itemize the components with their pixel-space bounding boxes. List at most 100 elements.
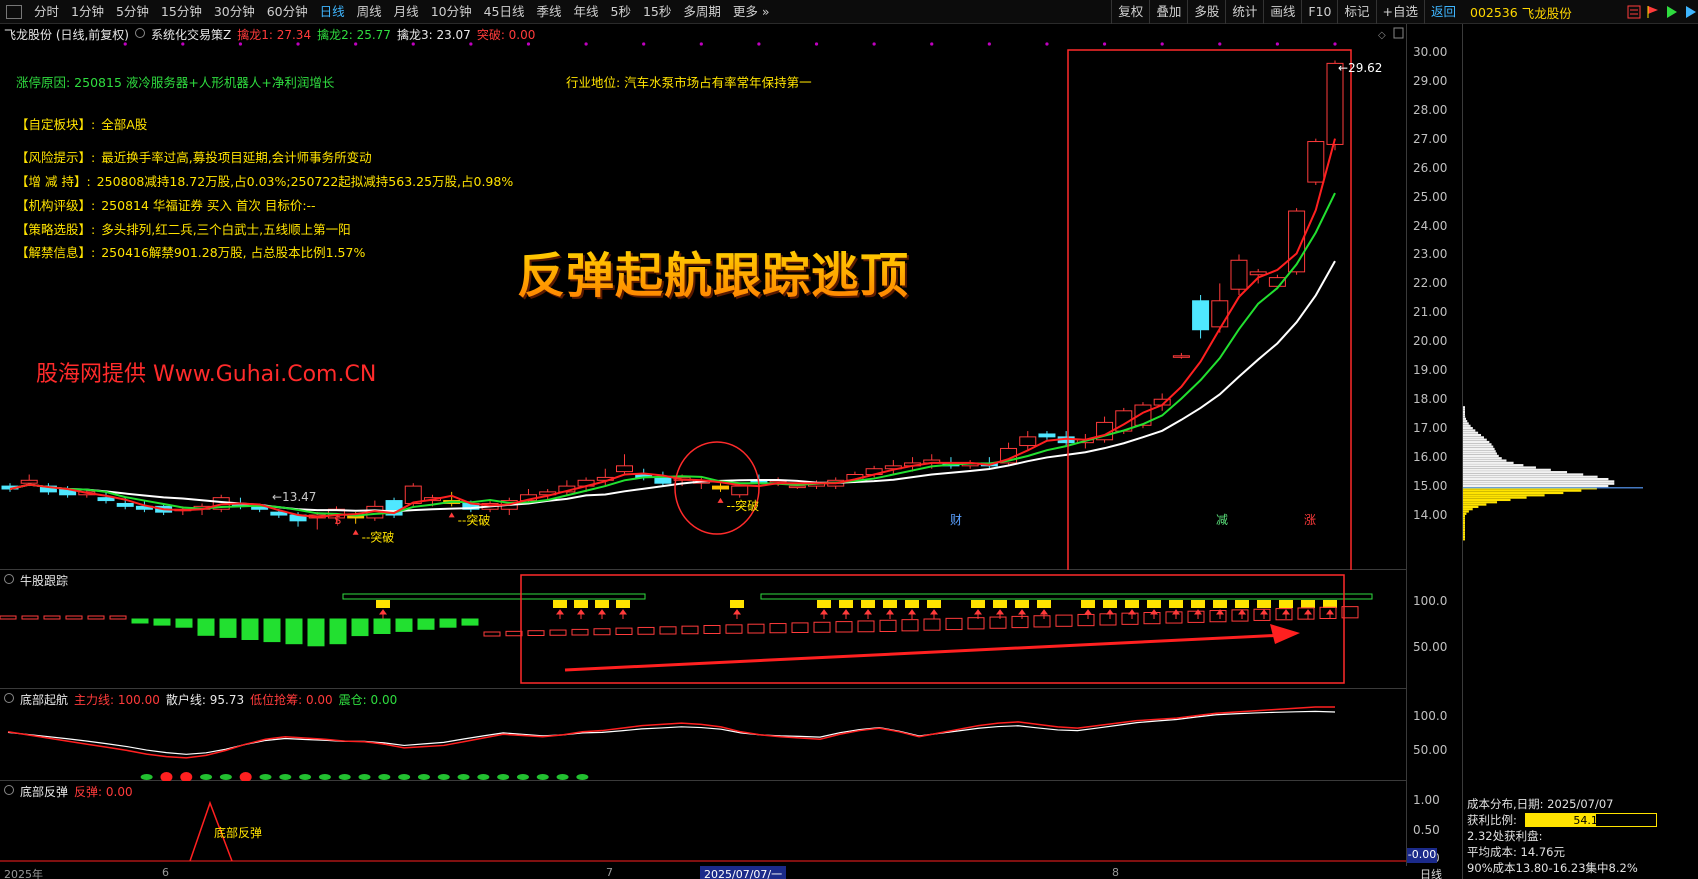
cost-bar (1463, 505, 1479, 508)
shake-dot (318, 774, 331, 780)
panel-menu-icon (1393, 27, 1404, 39)
axis-label: 50.00 (1413, 743, 1448, 757)
menu-icon[interactable] (6, 4, 22, 19)
cost-bar (1463, 494, 1545, 497)
rebound-label: 底部反弹 (214, 825, 262, 840)
period-tab[interactable]: 周线 (351, 0, 388, 24)
period-tab[interactable]: 年线 (568, 0, 605, 24)
axis-label: 21.00 (1413, 305, 1448, 320)
candle-body (1019, 436, 1037, 447)
cursor-date-label: 2025/07/07/一 (700, 866, 787, 879)
toolbar-button[interactable]: F10 (1301, 0, 1337, 24)
bull-track-panel[interactable]: 牛股跟踪 (0, 570, 1406, 689)
signal-marker (1301, 600, 1315, 608)
histogram-bar (153, 618, 171, 626)
toolbar-button[interactable]: 多股 (1187, 0, 1225, 24)
shake-dot (556, 774, 569, 780)
cost-bar (1463, 459, 1507, 462)
toolbar-button[interactable]: 标记 (1337, 0, 1375, 24)
period-tab[interactable]: 30分钟 (208, 0, 261, 24)
cost-bar (1463, 433, 1482, 437)
histogram-bar (461, 618, 479, 626)
top-marker (1218, 42, 1222, 46)
toolbar-button[interactable]: 复权 (1111, 0, 1149, 24)
signal-marker (971, 600, 985, 608)
period-tab[interactable]: 15分钟 (155, 0, 208, 24)
top-marker (123, 42, 127, 46)
toolbar-button[interactable]: 画线 (1263, 0, 1301, 24)
candle-body (1307, 141, 1325, 183)
period-tab[interactable]: 5分钟 (110, 0, 155, 24)
period-tab[interactable]: 日线 (314, 0, 351, 24)
bottom-launch-panel[interactable]: 底部起航 主力线: 100.00 散户线: 95.73 低位抢筹: 0.00 震… (0, 689, 1406, 781)
histogram-bar (923, 618, 941, 631)
main-chart-panel[interactable]: 飞龙股份 (日线,前复权) 系统化交易策Z 擒龙1: 27.34 擒龙2: 25… (0, 24, 1406, 570)
signal-arrow (1238, 609, 1246, 619)
candle-body (654, 476, 672, 484)
period-tab[interactable]: 分时 (28, 0, 65, 24)
top-marker (354, 42, 358, 46)
cost-concentration: 90%成本13.80-16.23集中8.2% (1467, 861, 1638, 875)
toolbar-button[interactable]: +自选 (1375, 0, 1424, 24)
profit-ratio-value: 54.1% (1573, 814, 1609, 827)
signal-arrow (1106, 609, 1114, 619)
cost-bar (1463, 413, 1465, 416)
period-tab[interactable]: 5秒 (605, 0, 637, 24)
period-tab[interactable]: 更多 » (727, 0, 776, 24)
period-indicator: 日线 (1420, 868, 1442, 879)
signal-marker (730, 600, 744, 608)
period-tab[interactable]: 10分钟 (425, 0, 478, 24)
period-tab[interactable]: 月线 (388, 0, 425, 24)
candle-body (731, 485, 749, 496)
flag-icon[interactable] (1646, 5, 1660, 19)
bottom-launch-axis: 100.0 50.00 (1406, 689, 1462, 781)
candlestick-chart[interactable]: ←13.47 ←29.62 --突破 --突破 --突破 $ 财 减 涨 ◇ (0, 24, 1406, 570)
signal-arrow (1172, 609, 1180, 619)
signal-marker (883, 600, 897, 608)
top-marker (642, 42, 646, 46)
cost-bar (1463, 438, 1487, 441)
signal-arrow (996, 609, 1004, 619)
trend-band (760, 593, 1373, 600)
period-tab[interactable]: 15秒 (637, 0, 677, 24)
period-tab[interactable]: 1分钟 (65, 0, 110, 24)
cost-bar (1463, 417, 1467, 420)
toolbar-button[interactable]: 统计 (1225, 0, 1263, 24)
cost-bar (1463, 524, 1465, 527)
histogram-bar (769, 623, 787, 634)
shake-dot (576, 774, 589, 780)
symbol-header: 002536 飞龙股份 (1464, 0, 1698, 24)
surge-highlight-box (1067, 49, 1352, 570)
toolbar-button[interactable]: 叠加 (1149, 0, 1187, 24)
period-tab[interactable]: 多周期 (677, 0, 727, 24)
histogram-bar (329, 618, 347, 645)
histogram-bar (43, 615, 61, 620)
list-icon[interactable] (1627, 5, 1641, 19)
shake-dot (180, 772, 193, 781)
event-marker: 涨 (1304, 512, 1316, 527)
histogram-bar (87, 615, 105, 620)
histogram-bar (1011, 615, 1029, 629)
axis-label: 26.00 (1413, 160, 1448, 175)
moving-average-line (9, 138, 1336, 518)
period-tab[interactable]: 60分钟 (261, 0, 314, 24)
signal-marker (1037, 600, 1051, 608)
diamond-icon: ◇ (1378, 30, 1386, 41)
histogram-bar (527, 630, 545, 637)
period-tab[interactable]: 季线 (531, 0, 568, 24)
top-marker (1160, 42, 1164, 46)
candle-body (1192, 300, 1210, 331)
cost-bar (1463, 427, 1473, 430)
bottom-rebound-panel[interactable]: 底部反弹 反弹: 0.00 底部反弹 (0, 781, 1406, 866)
signal-arrow (619, 609, 627, 619)
axis-label: 29.00 (1413, 73, 1448, 88)
toolbar-button[interactable]: 返回 (1423, 0, 1462, 24)
signal-marker (993, 600, 1007, 608)
symbol-code: 002536 (1470, 4, 1518, 20)
histogram-bar (637, 626, 655, 635)
shake-dot (516, 774, 529, 780)
period-tab[interactable]: 45日线 (478, 0, 531, 24)
chart-icon[interactable] (1684, 5, 1698, 19)
play-icon[interactable] (1665, 5, 1679, 19)
histogram-bar (197, 618, 215, 636)
